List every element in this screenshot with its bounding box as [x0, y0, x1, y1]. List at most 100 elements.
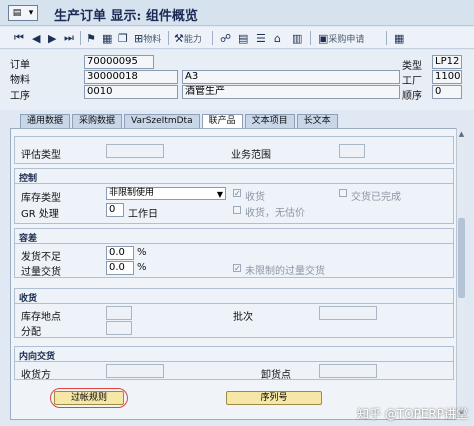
next-icon[interactable]: ▶ [48, 32, 56, 45]
goods-receipt-checkbox[interactable]: ✓ [233, 189, 241, 198]
business-area-label: 业务范围 [231, 150, 271, 161]
underdelivery-label: 发货不足 [21, 252, 61, 263]
gr-nonvaluated-checkbox[interactable] [233, 206, 241, 214]
tolerance-group: 容差 发货不足 0.0 % 过量交货 0.0 % ✓ 未限制的过量交货 [14, 228, 454, 278]
tab-co-product[interactable]: 联产品 [201, 114, 243, 128]
operation-label: 工序 [10, 91, 30, 102]
purchase-req-button[interactable]: ▣ 采购申请 [318, 30, 364, 46]
factory-icon[interactable]: ⌂ [274, 32, 281, 45]
unloading-point-field[interactable] [319, 364, 377, 378]
group-divider [15, 303, 453, 304]
purchase-req-label: 采购申请 [328, 34, 365, 45]
toolbar-separator [212, 31, 213, 45]
route-icon[interactable]: ☍ [220, 32, 231, 45]
sap-menu-icon[interactable]: ▤ ▾ [8, 5, 38, 21]
overdelivery-label: 过量交货 [21, 267, 61, 278]
tab-long-text[interactable]: 长文本 [296, 114, 338, 128]
toolbar-separator [310, 31, 311, 45]
vertical-scrollbar[interactable]: ▲ ▼ [456, 128, 466, 420]
type-field[interactable]: LP12 [432, 55, 462, 69]
distribution-field[interactable] [106, 321, 132, 335]
type-label: 类型 [402, 61, 422, 72]
storage-location-label: 库存地点 [21, 312, 61, 323]
distribution-label: 分配 [21, 327, 41, 338]
grid-icon[interactable]: ▦ [102, 32, 112, 45]
storage-location-field[interactable] [106, 306, 132, 320]
material-field[interactable]: 30000018 [84, 70, 178, 84]
operation-field[interactable]: 0010 [84, 85, 178, 99]
sequence-label: 顺序 [402, 91, 422, 102]
material-label: 物料 [10, 75, 30, 86]
lines-icon[interactable]: ☰ [256, 32, 266, 45]
purchase-req-icon: ▣ [318, 31, 329, 45]
order-field[interactable]: 70000095 [84, 55, 154, 69]
toolbar-separator [80, 31, 81, 45]
overdelivery-field[interactable]: 0.0 [106, 261, 134, 275]
plant-label: 工厂 [402, 76, 422, 87]
scroll-thumb[interactable] [458, 218, 465, 298]
capacity-button-label: 能力 [183, 34, 202, 45]
unlimited-overdelivery-label: 未限制的过量交货 [245, 266, 325, 277]
material-button-label: 物料 [143, 34, 162, 45]
tab-purchasing-data[interactable]: 采购数据 [72, 114, 123, 128]
tab-varsze-item-data[interactable]: VarSzeItmDta [124, 114, 200, 128]
goods-receipt-label: 收货 [245, 192, 265, 203]
table-icon[interactable]: ▥ [292, 32, 302, 45]
stock-type-label: 库存类型 [21, 193, 61, 204]
valuation-type-field[interactable] [106, 144, 164, 158]
watermark: 知乎 @TOPERP讲堂 [357, 407, 468, 421]
inbound-delivery-group: 内向交货 收货方 卸货点 [14, 346, 454, 381]
layout-icon[interactable]: ▦ [394, 32, 404, 45]
tab-text-item[interactable]: 文本项目 [244, 114, 295, 128]
gr-nonvaluated-label: 收货，无估价 [245, 208, 305, 219]
prev-icon[interactable]: ◀ [32, 32, 40, 45]
order-label: 订单 [10, 60, 30, 71]
underdelivery-field[interactable]: 0.0 [106, 246, 134, 260]
last-icon[interactable]: ⏭ [64, 31, 74, 45]
group-divider [15, 183, 453, 184]
workday-label: 工作日 [128, 209, 158, 220]
batch-label: 批次 [233, 312, 253, 323]
dropdown-arrow-icon: ▼ [216, 190, 223, 199]
window-title: 生产订单 显示: 组件概览 [54, 9, 198, 24]
material-description-field[interactable]: A3 [182, 70, 400, 84]
capacity-button[interactable]: ⚒ 能力 [174, 30, 202, 46]
material-button[interactable]: ⊞ 物料 [134, 30, 161, 46]
business-area-field[interactable] [339, 144, 365, 158]
underdelivery-unit: % [137, 247, 147, 258]
highlight-annotation [50, 388, 128, 408]
gr-processing-field[interactable]: 0 [106, 203, 124, 217]
order-header: 订单 70000095 类型 LP12 物料 30000018 A3 工厂 11… [0, 50, 474, 110]
recipient-field[interactable] [106, 364, 164, 378]
first-icon[interactable]: ⏮ [14, 31, 24, 45]
gr-processing-label: GR 处理 [21, 209, 59, 220]
toolbar-separator [386, 31, 387, 45]
operation-description-field[interactable]: 酒管生产 [182, 85, 400, 99]
document-icon[interactable]: ▤ [238, 32, 248, 45]
title-bar: ▤ ▾ 生产订单 显示: 组件概览 [0, 0, 474, 26]
group-divider [15, 361, 453, 362]
copy-icon[interactable]: ❐ [118, 32, 128, 45]
valuation-type-label: 评估类型 [21, 150, 61, 161]
stock-type-select[interactable]: 非限制使用 ▼ [106, 187, 226, 200]
scroll-up-icon[interactable]: ▲ [457, 130, 466, 139]
delivery-complete-checkbox[interactable] [339, 189, 347, 197]
recipient-label: 收货方 [21, 370, 51, 381]
flag-icon[interactable]: ⚑ [86, 32, 96, 45]
stock-type-value: 非限制使用 [109, 188, 155, 198]
serial-number-button[interactable]: 序列号 [226, 391, 322, 405]
sequence-field[interactable]: 0 [432, 85, 462, 99]
material-icon: ⊞ [134, 31, 144, 45]
unlimited-overdelivery-checkbox[interactable]: ✓ [233, 264, 241, 273]
tab-general-data[interactable]: 通用数据 [20, 114, 71, 128]
batch-field[interactable] [319, 306, 377, 320]
unloading-point-label: 卸货点 [261, 370, 291, 381]
capacity-icon: ⚒ [174, 31, 184, 45]
plant-field[interactable]: 1100 [432, 70, 462, 84]
toolbar-separator [168, 31, 169, 45]
overdelivery-unit: % [137, 262, 147, 273]
tab-strip: 通用数据 采购数据 VarSzeItmDta 联产品 文本项目 长文本 [20, 114, 340, 128]
costing-group: 评估类型 业务范围 [14, 136, 454, 164]
group-divider [15, 243, 453, 244]
application-toolbar: ⏮ ◀ ▶ ⏭ ⚑ ▦ ❐ ⊞ 物料 ⚒ 能力 ☍ ▤ ☰ ⌂ ▥ ▣ 采购申请 ▦ [0, 27, 474, 49]
